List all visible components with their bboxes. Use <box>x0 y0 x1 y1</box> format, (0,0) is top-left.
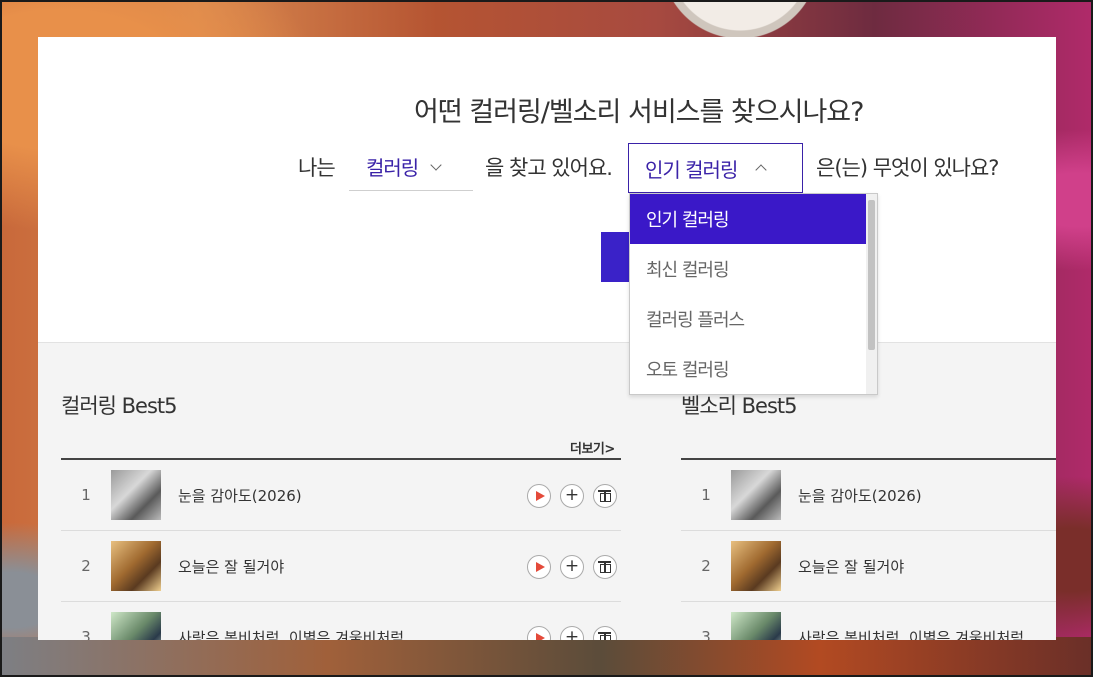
option-coloring-plus[interactable]: 컬러링 플러스 <box>630 294 866 344</box>
album-thumbnail <box>731 612 781 640</box>
play-icon <box>535 633 545 640</box>
play-icon <box>535 491 545 501</box>
search-button[interactable] <box>601 232 631 282</box>
option-popular-coloring[interactable]: 인기 컬러링 <box>630 194 866 244</box>
gift-button[interactable] <box>593 626 617 640</box>
more-link[interactable]: 더보기> <box>570 438 615 457</box>
row-actions: + <box>527 555 617 579</box>
category-options: 인기 컬러링 최신 컬러링 컬러링 플러스 오토 컬러링 <box>630 194 866 394</box>
service-type-value: 컬러링 <box>366 156 419 180</box>
album-thumbnail <box>111 470 161 520</box>
play-button[interactable] <box>527 484 551 508</box>
play-button[interactable] <box>527 555 551 579</box>
album-thumbnail <box>731 541 781 591</box>
scrollbar-thumb[interactable] <box>868 200 875 350</box>
selector-area: 어떤 컬러링/벨소리 서비스를 찾으시나요? 나는 컬러링 을 찾고 있어요. … <box>38 37 1056 342</box>
rank-number: 2 <box>701 557 711 575</box>
option-latest-coloring[interactable]: 최신 컬러링 <box>630 244 866 294</box>
row-actions: + <box>527 626 617 640</box>
gift-button[interactable] <box>593 484 617 508</box>
album-thumbnail <box>111 541 161 591</box>
list-item: 3 사랑은 봄비처럼, 이별은 겨울비처럼 + <box>61 602 621 640</box>
gift-button[interactable] <box>593 555 617 579</box>
rank-number: 1 <box>701 486 711 504</box>
list-item: 1 눈을 감아도(2026) <box>681 460 1056 531</box>
plus-icon: + <box>564 485 580 505</box>
album-thumbnail <box>731 470 781 520</box>
song-title[interactable]: 오늘은 잘 될거야 <box>798 556 904 577</box>
play-button[interactable] <box>527 626 551 640</box>
plus-icon: + <box>564 556 580 576</box>
service-finder-panel: 어떤 컬러링/벨소리 서비스를 찾으시나요? 나는 컬러링 을 찾고 있어요. … <box>38 37 1056 640</box>
service-type-select[interactable]: 컬러링 <box>349 143 473 191</box>
song-title[interactable]: 사랑은 봄비처럼, 이별은 겨울비처럼 <box>178 627 404 641</box>
song-title[interactable]: 눈을 감아도(2026) <box>178 485 302 506</box>
list-item: 2 오늘은 잘 될거야 <box>681 531 1056 602</box>
chevron-down-icon <box>430 158 442 171</box>
sentence-prefix: 나는 <box>298 156 336 180</box>
category-dropdown: 인기 컬러링 최신 컬러링 컬러링 플러스 오토 컬러링 <box>629 193 878 395</box>
gift-icon <box>598 631 611 640</box>
gift-icon <box>598 560 611 573</box>
rank-number: 3 <box>701 628 711 640</box>
rank-number: 1 <box>81 486 91 504</box>
coloring-best-list: 1 눈을 감아도(2026) + 2 오늘은 잘 될거야 + 3 사랑은 봄비처… <box>61 458 621 640</box>
page-question: 어떤 컬러링/벨소리 서비스를 찾으시나요? <box>414 97 864 128</box>
sentence-suffix: 은(는) 무엇이 있나요? <box>816 156 999 180</box>
song-title[interactable]: 사랑은 봄비처럼, 이별은 겨울비처럼 <box>798 627 1024 641</box>
list-item: 1 눈을 감아도(2026) + <box>61 460 621 531</box>
sentence-middle: 을 찾고 있어요. <box>485 156 613 180</box>
rank-number: 3 <box>81 628 91 640</box>
add-button[interactable]: + <box>560 626 584 640</box>
category-select[interactable]: 인기 컬러링 <box>628 143 803 193</box>
rank-number: 2 <box>81 557 91 575</box>
category-value: 인기 컬러링 <box>645 157 738 182</box>
dropdown-scrollbar[interactable] <box>866 194 877 394</box>
song-title[interactable]: 눈을 감아도(2026) <box>798 485 922 506</box>
add-button[interactable]: + <box>560 555 584 579</box>
row-actions: + <box>527 484 617 508</box>
coloring-best-title: 컬러링 Best5 <box>61 394 177 418</box>
song-title[interactable]: 오늘은 잘 될거야 <box>178 556 284 577</box>
chevron-up-icon <box>755 164 768 176</box>
plus-icon: + <box>564 627 580 641</box>
option-auto-coloring[interactable]: 오토 컬러링 <box>630 344 866 394</box>
background-image-bottom <box>0 637 1093 677</box>
ringtone-best-list: 1 눈을 감아도(2026) 2 오늘은 잘 될거야 3 사랑은 봄비처럼, 이… <box>681 458 1056 640</box>
list-item: 2 오늘은 잘 될거야 + <box>61 531 621 602</box>
play-icon <box>535 562 545 572</box>
add-button[interactable]: + <box>560 484 584 508</box>
list-item: 3 사랑은 봄비처럼, 이별은 겨울비처럼 <box>681 602 1056 640</box>
album-thumbnail <box>111 612 161 640</box>
gift-icon <box>598 489 611 502</box>
